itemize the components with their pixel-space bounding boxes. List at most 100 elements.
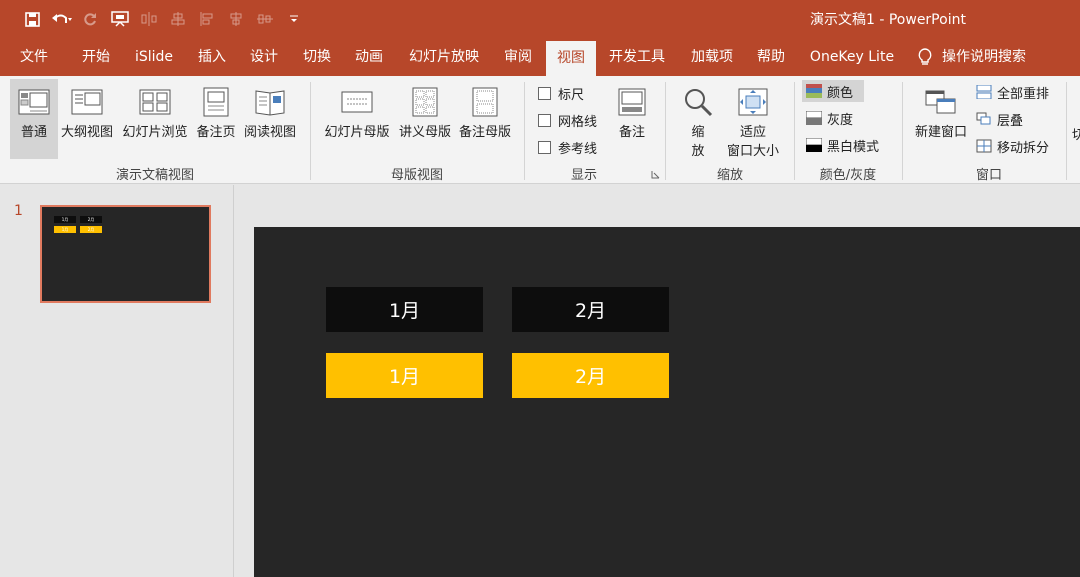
view-reading-button[interactable]: 阅读视图 (240, 79, 300, 159)
zoom-line2: 放 (691, 144, 705, 159)
tab-design[interactable]: 设计 (242, 38, 286, 76)
slide-thumbnail[interactable]: 1月 2月 1月 2月 (40, 205, 211, 303)
group-label-master-views: 母版视图 (390, 168, 443, 183)
month-box-2-black[interactable]: 2月 (512, 287, 669, 332)
checkbox-box[interactable] (538, 87, 551, 100)
tab-review[interactable]: 审阅 (496, 38, 540, 76)
ruler-label: 标尺 (558, 88, 585, 103)
slide-master-button[interactable]: 幻灯片母版 (320, 79, 394, 159)
ribbon: 普通 大纲视图 幻灯片浏览 备注页 阅读视图 演示文稿视图 幻灯片母版 讲义母版… (0, 76, 1080, 184)
handout-master-label: 讲义母版 (398, 125, 451, 140)
redo-icon[interactable] (76, 8, 105, 30)
notes-master-button[interactable]: 备注母版 (456, 79, 514, 159)
group-label-show: 显示 (570, 168, 597, 183)
grayscale-button[interactable]: 灰度 (806, 107, 853, 129)
color-button[interactable]: 颜色 (802, 80, 864, 102)
switch-windows-button-clipped[interactable]: 切 (1072, 124, 1080, 143)
handout-master-button[interactable]: 讲义母版 (396, 79, 454, 159)
move-split-button[interactable]: 移动拆分 (976, 135, 1049, 157)
ruler-checkbox[interactable]: 标尺 (538, 84, 584, 103)
tab-transitions[interactable]: 切换 (295, 38, 339, 76)
tab-home[interactable]: 开始 (74, 38, 118, 76)
save-icon[interactable] (18, 8, 47, 30)
tab-file[interactable]: 文件 (12, 38, 56, 76)
customize-icon[interactable] (279, 8, 308, 30)
group-label-presentation-views: 演示文稿视图 (115, 168, 194, 183)
grayscale-label: 灰度 (827, 112, 854, 128)
checkbox-box[interactable] (538, 114, 551, 127)
align-icon[interactable] (192, 8, 221, 30)
slide-canvas[interactable]: 1月 2月 1月 2月 (254, 227, 1080, 577)
thumb-box: 2月 (80, 216, 102, 223)
group-divider (902, 82, 903, 180)
view-normal-button[interactable]: 普通 (10, 79, 58, 159)
thumb-box: 1月 (54, 216, 76, 223)
arrange-all-icon (976, 85, 992, 99)
group-label-color-gray: 颜色/灰度 (819, 168, 877, 183)
new-window-button[interactable]: 新建窗口 (910, 79, 972, 159)
month-box-1-yellow[interactable]: 1月 (326, 353, 483, 398)
present-icon[interactable] (105, 8, 134, 30)
undo-icon[interactable] (47, 8, 76, 30)
cascade-icon (976, 112, 991, 125)
thumb-box: 2月 (80, 226, 102, 233)
arrange-all-button[interactable]: 全部重排 (976, 81, 1049, 103)
view-slide-sorter-label: 幻灯片浏览 (122, 125, 188, 140)
magnifier-icon (685, 89, 713, 117)
tab-islide[interactable]: iSlide (128, 38, 180, 76)
gridlines-label: 网格线 (558, 115, 598, 130)
cascade-button[interactable]: 层叠 (976, 108, 1023, 130)
view-notes-page-button[interactable]: 备注页 (192, 79, 240, 159)
black-white-button[interactable]: 黑白模式 (806, 134, 879, 156)
tab-developer[interactable]: 开发工具 (604, 38, 670, 76)
group-divider (794, 82, 795, 180)
fit-to-window-button[interactable]: 适应 窗口大小 (722, 79, 784, 159)
notes-button[interactable]: 备注 (608, 79, 656, 159)
align-icon[interactable] (221, 8, 250, 30)
view-reading-label: 阅读视图 (243, 125, 296, 140)
color-label: 颜色 (827, 85, 854, 101)
reading-view-icon (255, 90, 285, 116)
align-icon[interactable] (250, 8, 279, 30)
gridlines-checkbox[interactable]: 网格线 (538, 111, 597, 130)
group-label-zoom: 缩放 (716, 168, 743, 183)
quick-access-toolbar (18, 8, 308, 30)
group-divider (310, 82, 311, 180)
cascade-label: 层叠 (997, 113, 1024, 129)
month-box-1-black[interactable]: 1月 (326, 287, 483, 332)
dialog-launcher-icon[interactable] (651, 170, 660, 179)
fit-line2: 窗口大小 (726, 144, 779, 159)
view-outline-button[interactable]: 大纲视图 (58, 79, 116, 159)
guides-label: 参考线 (558, 142, 598, 157)
tell-me-search[interactable]: 操作说明搜索 (918, 38, 1044, 76)
move-split-icon (976, 139, 992, 153)
tab-view[interactable]: 视图 (546, 41, 596, 76)
fit-line1: 适应 (739, 125, 766, 140)
tab-onekey[interactable]: OneKey Lite (806, 38, 898, 76)
align-icon[interactable] (163, 8, 192, 30)
tell-me-label: 操作说明搜索 (942, 49, 1026, 65)
window-title: 演示文稿1 - PowerPoint (810, 12, 966, 28)
guides-checkbox[interactable]: 参考线 (538, 138, 597, 157)
tab-addins[interactable]: 加载项 (684, 38, 740, 76)
month-box-2-yellow[interactable]: 2月 (512, 353, 669, 398)
tab-animations[interactable]: 动画 (347, 38, 391, 76)
arrange-all-label: 全部重排 (997, 86, 1050, 102)
thumb-box: 1月 (54, 226, 76, 233)
tab-help[interactable]: 帮助 (748, 38, 794, 76)
zoom-button[interactable]: 缩 放 (676, 79, 720, 159)
group-label-window: 窗口 (975, 168, 1002, 183)
slide-sorter-icon (139, 89, 171, 115)
slide-master-icon (341, 91, 373, 113)
move-split-label: 移动拆分 (997, 140, 1050, 156)
checkbox-box[interactable] (538, 141, 551, 154)
view-slide-sorter-button[interactable]: 幻灯片浏览 (120, 79, 190, 159)
tab-insert[interactable]: 插入 (190, 38, 234, 76)
handout-master-icon (412, 87, 438, 117)
tab-slideshow[interactable]: 幻灯片放映 (400, 38, 488, 76)
black-white-icon (806, 138, 822, 152)
new-window-label: 新建窗口 (914, 125, 967, 140)
normal-view-icon (18, 89, 50, 115)
align-icon[interactable] (134, 8, 163, 30)
view-notes-page-label: 备注页 (196, 125, 236, 140)
